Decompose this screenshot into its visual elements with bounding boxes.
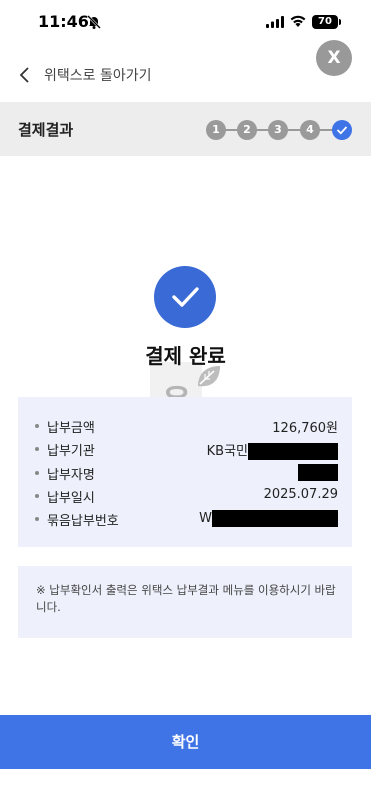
redaction-block <box>212 510 338 527</box>
status-time: 11:46 <box>38 12 89 31</box>
bullet <box>35 424 39 428</box>
notice-text: ※ 납부확인서 출력은 위택스 납부결과 메뉴를 이용하시기 바랍니다. <box>18 566 352 638</box>
step-4: 4 <box>300 120 320 140</box>
detail-row-institution: 납부기관 KB국민 <box>18 439 352 460</box>
check-icon <box>172 287 199 307</box>
success-check-circle <box>154 266 216 328</box>
bullet <box>35 447 39 451</box>
bullet <box>35 517 39 521</box>
detail-value-wrap <box>298 464 338 481</box>
detail-value-wrap: W <box>199 510 338 527</box>
step-indicator: 1 2 3 4 <box>206 120 356 140</box>
detail-value: KB국민 <box>206 444 248 459</box>
detail-row-datetime: 납부일시 2025.07.29 <box>18 486 352 506</box>
detail-value: 2025.07.29 <box>263 487 338 502</box>
wifi-icon <box>290 15 306 27</box>
bell-muted-icon <box>87 15 101 29</box>
detail-row-payer: 납부자명 <box>18 463 352 483</box>
home-indicator-area <box>0 769 371 800</box>
detail-row-bundle-number: 묶음납부번호 W <box>18 509 352 529</box>
result-title: 결제 완료 <box>145 344 226 368</box>
close-button[interactable]: X <box>316 40 352 76</box>
detail-label: 납부금액 <box>47 421 95 436</box>
battery-indicator: 70 <box>312 15 338 29</box>
detail-label: 납부자명 <box>47 468 95 483</box>
detail-label: 묶음납부번호 <box>47 514 119 529</box>
step-title: 결제결과 <box>18 121 74 139</box>
detail-value: 126,760원 <box>272 421 338 436</box>
detail-value: W <box>199 511 212 526</box>
bullet <box>35 471 39 475</box>
confirm-button[interactable]: 확인 <box>0 715 371 769</box>
redaction-block <box>298 464 338 481</box>
detail-row-amount: 납부금액 126,760원 <box>18 416 352 436</box>
check-icon <box>336 126 348 135</box>
step-2: 2 <box>237 120 257 140</box>
bullet <box>35 494 39 498</box>
status-bar: 11:46 70 <box>0 0 371 46</box>
chevron-left-icon <box>19 67 29 83</box>
step-3: 3 <box>268 120 288 140</box>
cellular-signal-icon <box>266 16 284 28</box>
step-1: 1 <box>206 120 226 140</box>
back-label: 위택스로 돌아가기 <box>44 68 152 84</box>
detail-value-wrap: KB국민 <box>207 440 338 460</box>
detail-label: 납부기관 <box>47 444 95 459</box>
back-nav[interactable]: 위택스로 돌아가기 <box>18 62 152 88</box>
step-complete <box>332 120 352 140</box>
payment-details: 납부금액 126,760원 납부기관 KB국민 납부자명 납부일시 2025.0… <box>18 397 352 547</box>
battery-tip <box>339 19 341 25</box>
redaction-block <box>248 443 338 460</box>
step-header: 결제결과 1 2 3 4 <box>0 102 371 156</box>
detail-label: 납부일시 <box>47 491 95 506</box>
